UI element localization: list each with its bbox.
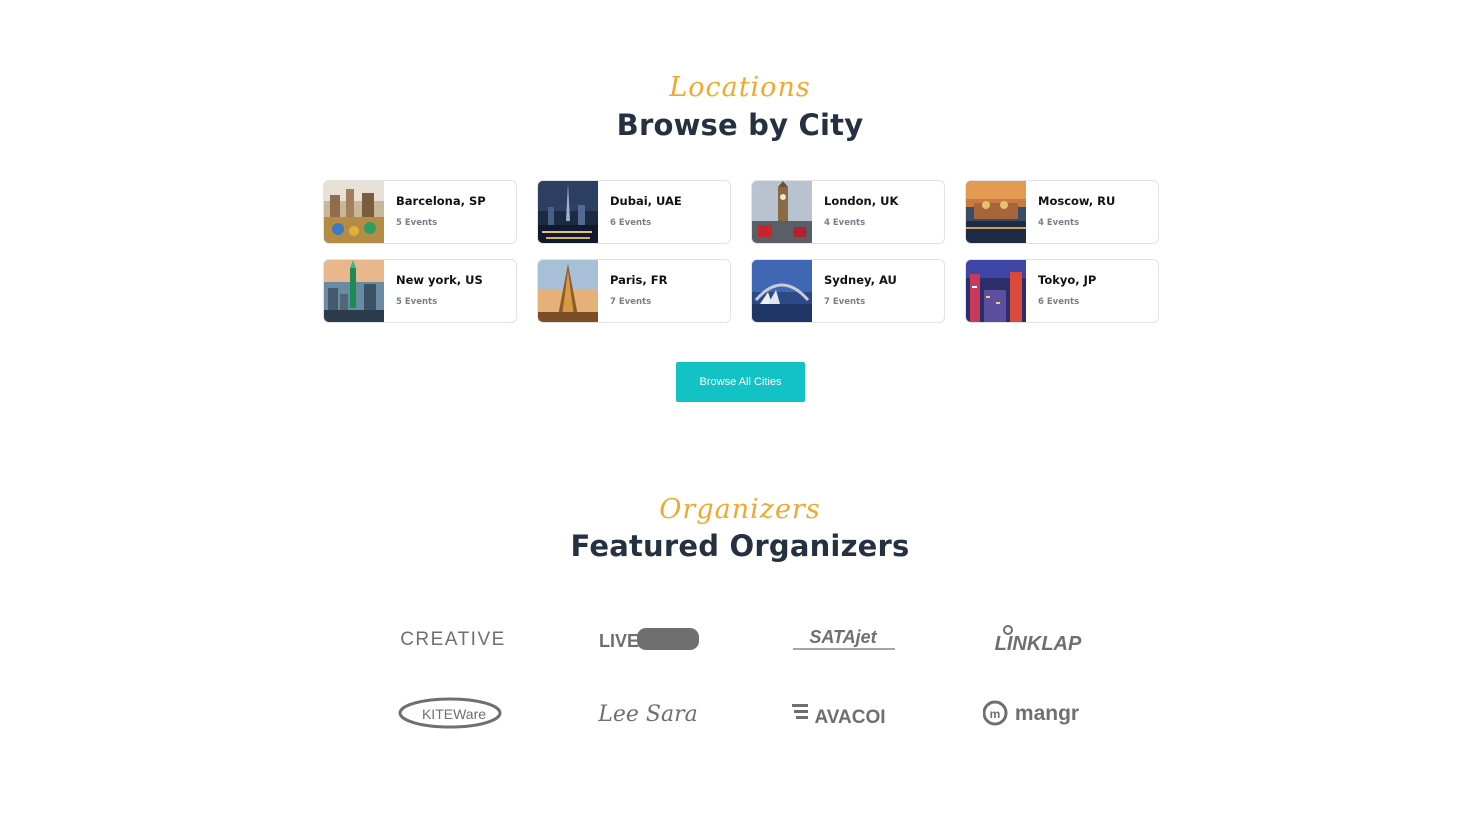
browse-all-cities-button[interactable]: Browse All Cities	[676, 362, 805, 402]
city-event-count: 5 Events	[396, 218, 438, 228]
city-name: New york, US	[396, 273, 483, 287]
tokyo-photo	[966, 260, 1026, 322]
city-card-barcelona[interactable]: Barcelona, SP 5 Events	[323, 180, 517, 244]
locations-eyebrow: Locations	[669, 72, 811, 103]
logo-text: CREATIVE	[400, 629, 506, 650]
city-card-dubai[interactable]: Dubai, UAE 6 Events	[537, 180, 731, 244]
city-card-new-york[interactable]: New york, US 5 Events	[323, 259, 517, 323]
dubai-photo	[538, 181, 598, 243]
organizer-logo-lee-sara[interactable]: Lee Sara	[550, 692, 745, 734]
city-event-count: 4 Events	[1038, 218, 1080, 228]
city-grid: Barcelona, SP 5 Events Dubai, UAE 6 Even…	[323, 180, 1159, 323]
organizers-eyebrow: Organizers	[659, 494, 821, 525]
logo-text: SATAjet	[809, 627, 877, 647]
city-event-count: 4 Events	[824, 218, 866, 228]
city-card-moscow[interactable]: Moscow, RU 4 Events	[965, 180, 1159, 244]
city-name: Paris, FR	[610, 273, 668, 287]
city-name: Barcelona, SP	[396, 194, 486, 208]
london-photo	[752, 181, 812, 243]
organizer-logo-creative[interactable]: CREATIVE	[355, 618, 550, 660]
paris-photo	[538, 260, 598, 322]
new-york-photo	[324, 260, 384, 322]
logo-text: LIVECODE	[599, 631, 691, 651]
city-name: Dubai, UAE	[610, 194, 682, 208]
sydney-photo	[752, 260, 812, 322]
organizer-logo-kiteware[interactable]: KITEWare	[355, 692, 550, 734]
city-card-paris[interactable]: Paris, FR 7 Events	[537, 259, 731, 323]
city-card-sydney[interactable]: Sydney, AU 7 Events	[751, 259, 945, 323]
organizer-logo-grid: CREATIVE LIVECODE SATAjet LINKLAP KITEWa…	[355, 618, 1135, 734]
logo-text: Lee Sara	[598, 702, 698, 727]
organizer-logo-satajet[interactable]: SATAjet	[745, 618, 940, 660]
logo-text: KITEWare	[421, 706, 485, 722]
logo-text: mangr	[1014, 702, 1078, 725]
city-event-count: 6 Events	[610, 218, 652, 228]
city-name: Tokyo, JP	[1038, 273, 1097, 287]
logo-text: LINKLAP	[994, 633, 1081, 655]
city-event-count: 7 Events	[610, 297, 652, 307]
organizer-logo-mangr[interactable]: m mangr	[940, 692, 1135, 734]
city-event-count: 6 Events	[1038, 297, 1080, 307]
city-card-london[interactable]: London, UK 4 Events	[751, 180, 945, 244]
city-card-tokyo[interactable]: Tokyo, JP 6 Events	[965, 259, 1159, 323]
organizer-logo-livecode[interactable]: LIVECODE	[550, 618, 745, 660]
svg-text:m: m	[989, 707, 1000, 721]
city-name: Moscow, RU	[1038, 194, 1116, 208]
organizer-logo-avacoi[interactable]: AVACOI	[745, 692, 940, 734]
city-name: London, UK	[824, 194, 899, 208]
barcelona-photo	[324, 181, 384, 243]
city-name: Sydney, AU	[824, 273, 897, 287]
city-event-count: 7 Events	[824, 297, 866, 307]
moscow-photo	[966, 181, 1026, 243]
logo-text: AVACOI	[814, 707, 885, 728]
city-event-count: 5 Events	[396, 297, 438, 307]
organizer-logo-linklap[interactable]: LINKLAP	[940, 618, 1135, 660]
locations-heading: Browse by City	[616, 108, 864, 142]
organizers-heading: Featured Organizers	[570, 529, 910, 563]
